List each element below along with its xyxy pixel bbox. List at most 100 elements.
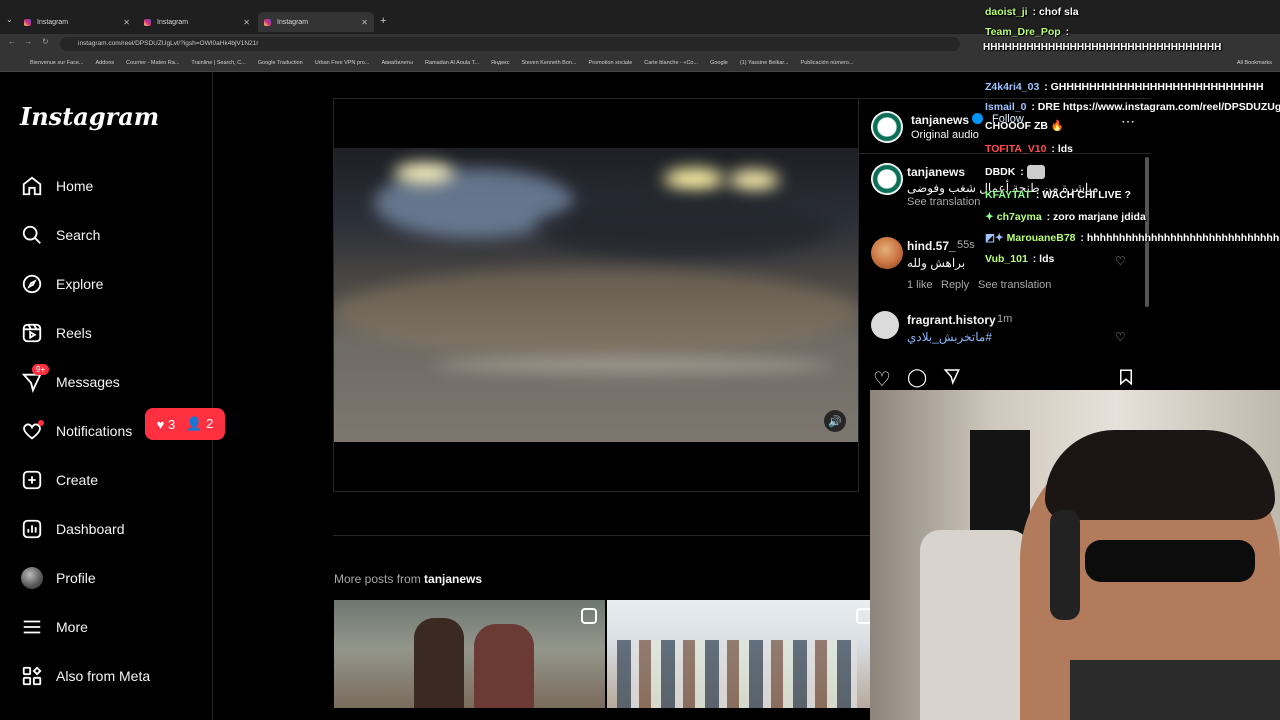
- speaker-icon: 🔊: [828, 415, 842, 428]
- sidebar-item-also-from-meta[interactable]: Also from Meta: [20, 662, 150, 690]
- badge-icon: ✦: [985, 211, 994, 223]
- like-icon[interactable]: ♡: [873, 367, 891, 392]
- meta-grid-icon: [20, 664, 44, 688]
- bookmark[interactable]: Courrier - Mateo Ra...: [126, 60, 179, 66]
- chat-message-continued: HHHHHHHHHHHHHHHHHHHHHHHHHHHHHHHHH: [983, 42, 1221, 53]
- browser-tab[interactable]: Instagram ✕: [138, 12, 256, 32]
- notifications-tooltip-pill[interactable]: ♥ 3 👤 2: [145, 408, 225, 440]
- forward-icon[interactable]: →: [24, 37, 32, 46]
- streamer-hair: [1045, 430, 1275, 520]
- reel-video[interactable]: [334, 148, 858, 442]
- notification-dot: [38, 420, 44, 426]
- browser-tab[interactable]: Instagram ✕: [18, 12, 136, 32]
- headphones: [1050, 510, 1080, 620]
- avatar-icon: [20, 566, 44, 590]
- close-icon[interactable]: ✕: [123, 18, 130, 27]
- like-comment-icon[interactable]: ♡: [1115, 330, 1126, 344]
- author-avatar[interactable]: [871, 111, 903, 143]
- close-icon[interactable]: ✕: [243, 18, 250, 27]
- bookmark[interactable]: Яндекс: [491, 60, 510, 66]
- bookmark[interactable]: Promotion sociale: [589, 60, 633, 66]
- chat-text: CHOOOF ZB 🔥: [985, 120, 1064, 132]
- dashboard-icon: [20, 517, 44, 541]
- comment-hashtag[interactable]: #ماتخربش_بلادي: [907, 330, 992, 344]
- bookmark[interactable]: Авиабилеты: [381, 60, 413, 66]
- sidebar: Instagram Home Search Explore Reels 9+ M…: [0, 72, 213, 720]
- thumb-figure: [474, 624, 534, 708]
- instagram-logo[interactable]: Instagram: [20, 102, 159, 131]
- bookmark[interactable]: (1) Yassine Belkar...: [740, 60, 789, 66]
- streamer-webcam: [870, 390, 1280, 720]
- chat-text: lds: [1039, 253, 1055, 265]
- thumb-figure: [414, 618, 464, 708]
- chat-message: KFAYTAT : WACH CHI LIVE ?: [985, 189, 1131, 201]
- more-posts-prefix: More posts from: [334, 572, 425, 586]
- comment-avatar[interactable]: [871, 237, 903, 269]
- see-translation-link[interactable]: See translation: [907, 196, 980, 208]
- sidebar-item-explore[interactable]: Explore: [20, 270, 103, 298]
- more-posts-heading: More posts from tanjanews: [334, 572, 482, 586]
- comment-user[interactable]: fragrant.history: [907, 313, 996, 327]
- sidebar-item-dashboard[interactable]: Dashboard: [20, 515, 125, 543]
- mute-button[interactable]: 🔊: [824, 410, 846, 432]
- likes-count: ♥ 3: [157, 417, 176, 432]
- sidebar-item-notifications[interactable]: Notifications: [20, 417, 132, 445]
- sidebar-item-label: Messages: [56, 374, 120, 390]
- tab-title: Instagram: [157, 18, 189, 26]
- bookmark[interactable]: Bienvenue sur Face...: [30, 60, 84, 66]
- sidebar-item-create[interactable]: Create: [20, 466, 98, 494]
- sidebar-item-home[interactable]: Home: [20, 172, 93, 200]
- bookmark[interactable]: Addons: [96, 60, 115, 66]
- chat-text: zoro marjane jdida: [1053, 211, 1146, 223]
- comment-likes[interactable]: 1 like: [907, 279, 933, 291]
- comment-user[interactable]: hind.57_: [907, 239, 956, 253]
- bookmark[interactable]: Google: [710, 60, 728, 66]
- caption-avatar[interactable]: [871, 163, 903, 195]
- reload-icon[interactable]: ↻: [42, 37, 49, 46]
- more-posts-author[interactable]: tanjanews: [424, 572, 482, 586]
- badge-icon: ◩✦: [985, 232, 1004, 244]
- sidebar-item-more[interactable]: More: [20, 613, 88, 641]
- comment-icon[interactable]: ◯: [907, 367, 927, 388]
- bookmark[interactable]: Steven Kenneth Bon...: [522, 60, 577, 66]
- bookmark-icon[interactable]: [1117, 367, 1135, 392]
- chat-message: Vub_101 : lds: [985, 253, 1055, 265]
- chat-message: ◩✦ MarouaneB78 : hhhhhhhhhhhhhhhhhhhhhhh…: [985, 232, 1280, 244]
- bookmark[interactable]: Urban Free VPN pro...: [315, 60, 370, 66]
- chat-text: HHHHHHHHHHHHHHHHHHHHHHHHHHHHHHHHH: [983, 42, 1222, 53]
- sidebar-item-label: Explore: [56, 276, 104, 292]
- sidebar-item-search[interactable]: Search: [20, 221, 100, 249]
- messages-badge: 9+: [32, 364, 50, 375]
- browser-tab-active[interactable]: Instagram ✕: [258, 12, 374, 32]
- sidebar-item-reels[interactable]: Reels: [20, 319, 92, 347]
- caption-user[interactable]: tanjanews: [907, 165, 965, 179]
- chair: [920, 530, 1030, 720]
- sidebar-item-label: Home: [56, 178, 94, 194]
- reply-button[interactable]: Reply: [941, 279, 969, 291]
- url-field[interactable]: instagram.com/reel/DPSDUZUgLvl/?igsh=OWI…: [60, 37, 960, 51]
- chat-message: TOFITA_V10 : lds: [985, 143, 1073, 155]
- bookmark[interactable]: Publicación número...: [801, 60, 854, 66]
- tab-search-icon[interactable]: ⌄: [6, 15, 13, 24]
- post-thumbnail[interactable]: [607, 600, 870, 708]
- see-translation-link[interactable]: See translation: [978, 279, 1051, 291]
- back-icon[interactable]: ←: [8, 37, 16, 46]
- comment-text: براهش ولله: [907, 256, 966, 270]
- bookmark[interactable]: Google Traduction: [258, 60, 303, 66]
- sidebar-item-label: Notifications: [56, 423, 133, 439]
- share-icon[interactable]: [943, 367, 961, 390]
- home-icon: [20, 174, 44, 198]
- sidebar-item-messages[interactable]: 9+ Messages: [20, 364, 120, 396]
- audio-label[interactable]: Original audio: [911, 129, 979, 141]
- close-icon[interactable]: ✕: [361, 18, 368, 27]
- stream-chat-overlay: daoist_ji : chof sla Team_Dre_Pop : HHHH…: [975, 0, 1280, 275]
- new-tab-button[interactable]: +: [380, 15, 386, 27]
- reels-icon: [581, 608, 597, 624]
- author-name[interactable]: tanjanews: [911, 113, 969, 127]
- bookmark[interactable]: Ramadan Al Aoula T...: [425, 60, 479, 66]
- sidebar-item-profile[interactable]: Profile: [20, 564, 96, 592]
- bookmark[interactable]: Trainline | Search, C...: [191, 60, 245, 66]
- bookmark[interactable]: Carte blanche - «Co...: [644, 60, 698, 66]
- post-thumbnail[interactable]: [334, 600, 605, 708]
- comment-avatar-default[interactable]: [871, 311, 899, 339]
